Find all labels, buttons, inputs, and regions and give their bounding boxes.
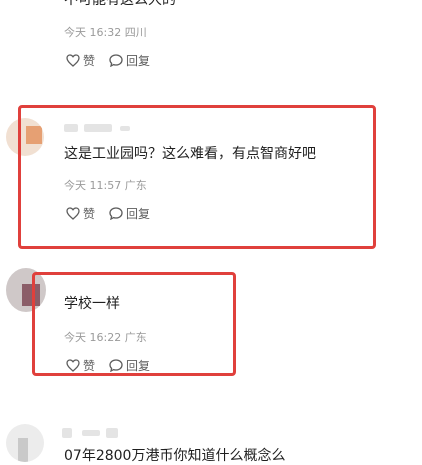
- comment-region: 四川: [124, 26, 147, 39]
- comment-meta: 今天 16:32 四川: [64, 24, 147, 40]
- comment-text: 不可能有这么大的: [64, 0, 176, 8]
- redacted-username: [106, 428, 118, 438]
- avatar-image: [18, 438, 28, 462]
- like-label: 赞: [83, 54, 96, 68]
- redacted-username: [82, 430, 100, 436]
- reply-label: 回复: [126, 54, 151, 68]
- heart-icon: [66, 54, 80, 67]
- comment-time: 今天 16:32: [64, 26, 122, 39]
- comment-text: 07年2800万港币你知道什么概念么: [64, 448, 286, 464]
- comment-actions: 赞 回复: [66, 52, 150, 69]
- highlight-box: [18, 105, 376, 249]
- reply-button[interactable]: 回复: [109, 52, 150, 69]
- redacted-username: [62, 428, 72, 438]
- avatar[interactable]: [6, 424, 44, 462]
- highlight-box: [32, 272, 236, 376]
- like-button[interactable]: 赞: [66, 52, 95, 69]
- speech-bubble-icon: [109, 54, 123, 67]
